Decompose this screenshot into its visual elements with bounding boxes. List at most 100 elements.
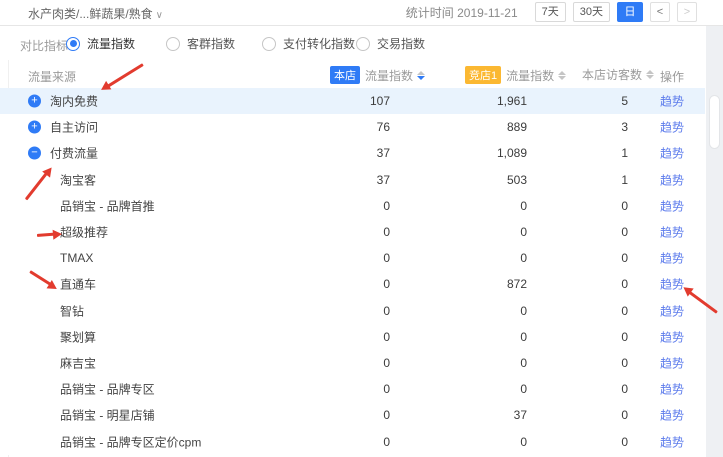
comp-index-value: 0 <box>520 304 527 318</box>
table-row: 直通车08720趋势 <box>0 271 705 297</box>
trend-link[interactable]: 趋势 <box>660 381 684 398</box>
radio-label: 交易指数 <box>377 35 425 52</box>
table-row: 品销宝 - 品牌首推000趋势 <box>0 193 705 219</box>
own-index-value: 0 <box>383 304 390 318</box>
expand-icon[interactable]: + <box>28 95 41 108</box>
trend-link[interactable]: 趋势 <box>660 354 684 371</box>
trend-link[interactable]: 趋势 <box>660 407 684 424</box>
table-row: −付费流量371,0891趋势 <box>0 140 705 166</box>
traffic-source-name: 聚划算 <box>60 328 96 345</box>
col-visitors-header[interactable]: 本店访客数 <box>582 66 654 83</box>
own-metric-label: 流量指数 <box>365 67 413 84</box>
sort-icon[interactable] <box>558 71 566 80</box>
trend-link[interactable]: 趋势 <box>660 224 684 241</box>
source-label: 智钻 <box>60 302 84 319</box>
traffic-source-name: 智钻 <box>60 302 84 319</box>
sort-icon[interactable] <box>417 71 425 80</box>
own-index-value: 0 <box>383 356 390 370</box>
radio-icon <box>166 37 180 51</box>
comp-index-value: 0 <box>520 382 527 396</box>
table-row: 淘宝客375031趋势 <box>0 167 705 193</box>
own-index-value: 0 <box>383 225 390 239</box>
visitor-count-value: 0 <box>621 277 628 291</box>
own-index-value: 0 <box>383 199 390 213</box>
source-label: TMAX <box>60 251 93 265</box>
trend-link[interactable]: 趋势 <box>660 197 684 214</box>
compare-metric-filter: 对比指标 流量指数 客群指数 支付转化指数 交易指数 <box>0 33 705 55</box>
own-index-value: 107 <box>370 94 390 108</box>
own-index-value: 0 <box>383 251 390 265</box>
comp-index-value: 872 <box>507 277 527 291</box>
trend-link[interactable]: 趋势 <box>660 328 684 345</box>
visitor-count-value: 1 <box>621 173 628 187</box>
visitor-count-value: 0 <box>621 356 628 370</box>
traffic-source-name: 超级推荐 <box>60 224 108 241</box>
visitor-count-value: 1 <box>621 146 628 160</box>
competitor-badge: 竞店1 <box>465 66 501 84</box>
own-index-value: 76 <box>377 120 390 134</box>
radio-customer-index[interactable]: 客群指数 <box>166 35 235 52</box>
trend-link[interactable]: 趋势 <box>660 119 684 136</box>
source-label: 自主访问 <box>50 119 98 136</box>
visitor-count-value: 0 <box>621 435 628 449</box>
prev-day-button[interactable]: < <box>650 2 670 22</box>
radio-traffic-index[interactable]: 流量指数 <box>66 35 135 52</box>
comp-index-value: 503 <box>507 173 527 187</box>
visitor-count-value: 0 <box>621 251 628 265</box>
stat-time-label: 统计时间 2019-11-21 <box>406 4 518 21</box>
expand-icon[interactable]: + <box>28 121 41 134</box>
range-7d-button[interactable]: 7天 <box>535 2 566 22</box>
visitor-count-value: 0 <box>621 382 628 396</box>
own-index-value: 37 <box>377 173 390 187</box>
radio-trade-index[interactable]: 交易指数 <box>356 35 425 52</box>
comp-index-value: 0 <box>520 330 527 344</box>
category-selector[interactable]: 水产肉类/...鲜蔬果/熟食∨ <box>28 5 163 22</box>
own-index-value: 0 <box>383 330 390 344</box>
table-row: 品销宝 - 品牌专区000趋势 <box>0 376 705 402</box>
comp-index-value: 0 <box>520 225 527 239</box>
table-body: +淘内免费1071,9615趋势+自主访问768893趋势−付费流量371,08… <box>0 88 705 455</box>
comp-index-value: 0 <box>520 435 527 449</box>
table-row: 品销宝 - 品牌专区定价cpm000趋势 <box>0 428 705 454</box>
source-label: 聚划算 <box>60 328 96 345</box>
range-30d-button[interactable]: 30天 <box>573 2 610 22</box>
radio-label: 支付转化指数 <box>283 35 355 52</box>
date-controls: 统计时间 2019-11-21 7天 30天 日 < > <box>406 2 697 22</box>
table-row: 聚划算 0 0 0 趋势 <box>0 324 705 350</box>
traffic-source-name: + 自主访问 <box>28 119 98 136</box>
filter-label: 对比指标 <box>20 37 68 54</box>
visitor-count-value: 0 <box>621 330 628 344</box>
own-store-badge: 本店 <box>330 66 360 84</box>
col-comp-index-header[interactable]: 竞店1 流量指数 <box>465 66 566 84</box>
range-day-button[interactable]: 日 <box>617 2 643 22</box>
comp-index-value: 37 <box>514 408 527 422</box>
own-index-value: 37 <box>377 146 390 160</box>
source-label: 淘内免费 <box>50 93 98 110</box>
source-label: 付费流量 <box>50 145 98 162</box>
radio-icon <box>66 37 80 51</box>
comp-index-value: 0 <box>520 356 527 370</box>
table-row: 超级推荐000趋势 <box>0 219 705 245</box>
radio-icon <box>262 37 276 51</box>
traffic-source-name: 品销宝 - 品牌首推 <box>60 197 155 214</box>
source-label: 品销宝 - 明星店铺 <box>60 407 155 424</box>
sort-icon[interactable] <box>646 70 654 79</box>
traffic-source-name: −付费流量 <box>28 145 98 162</box>
collapse-icon[interactable]: − <box>28 147 41 160</box>
traffic-source-name: TMAX <box>60 251 93 265</box>
next-day-button[interactable]: > <box>677 2 697 22</box>
trend-link[interactable]: 趋势 <box>660 302 684 319</box>
trend-link[interactable]: 趋势 <box>660 171 684 188</box>
radio-conversion-index[interactable]: 支付转化指数 <box>262 35 355 52</box>
source-label: 直通车 <box>60 276 96 293</box>
trend-link[interactable]: 趋势 <box>660 145 684 162</box>
col-own-index-header[interactable]: 本店 流量指数 <box>330 66 425 84</box>
radio-label: 客群指数 <box>187 35 235 52</box>
trend-link[interactable]: 趋势 <box>660 433 684 450</box>
table-row: 品销宝 - 明星店铺0370趋势 <box>0 402 705 428</box>
scrollbar-thumb[interactable] <box>709 95 720 149</box>
trend-link[interactable]: 趋势 <box>660 93 684 110</box>
source-label: 麻吉宝 <box>60 354 96 371</box>
trend-link[interactable]: 趋势 <box>660 250 684 267</box>
own-index-value: 0 <box>383 408 390 422</box>
